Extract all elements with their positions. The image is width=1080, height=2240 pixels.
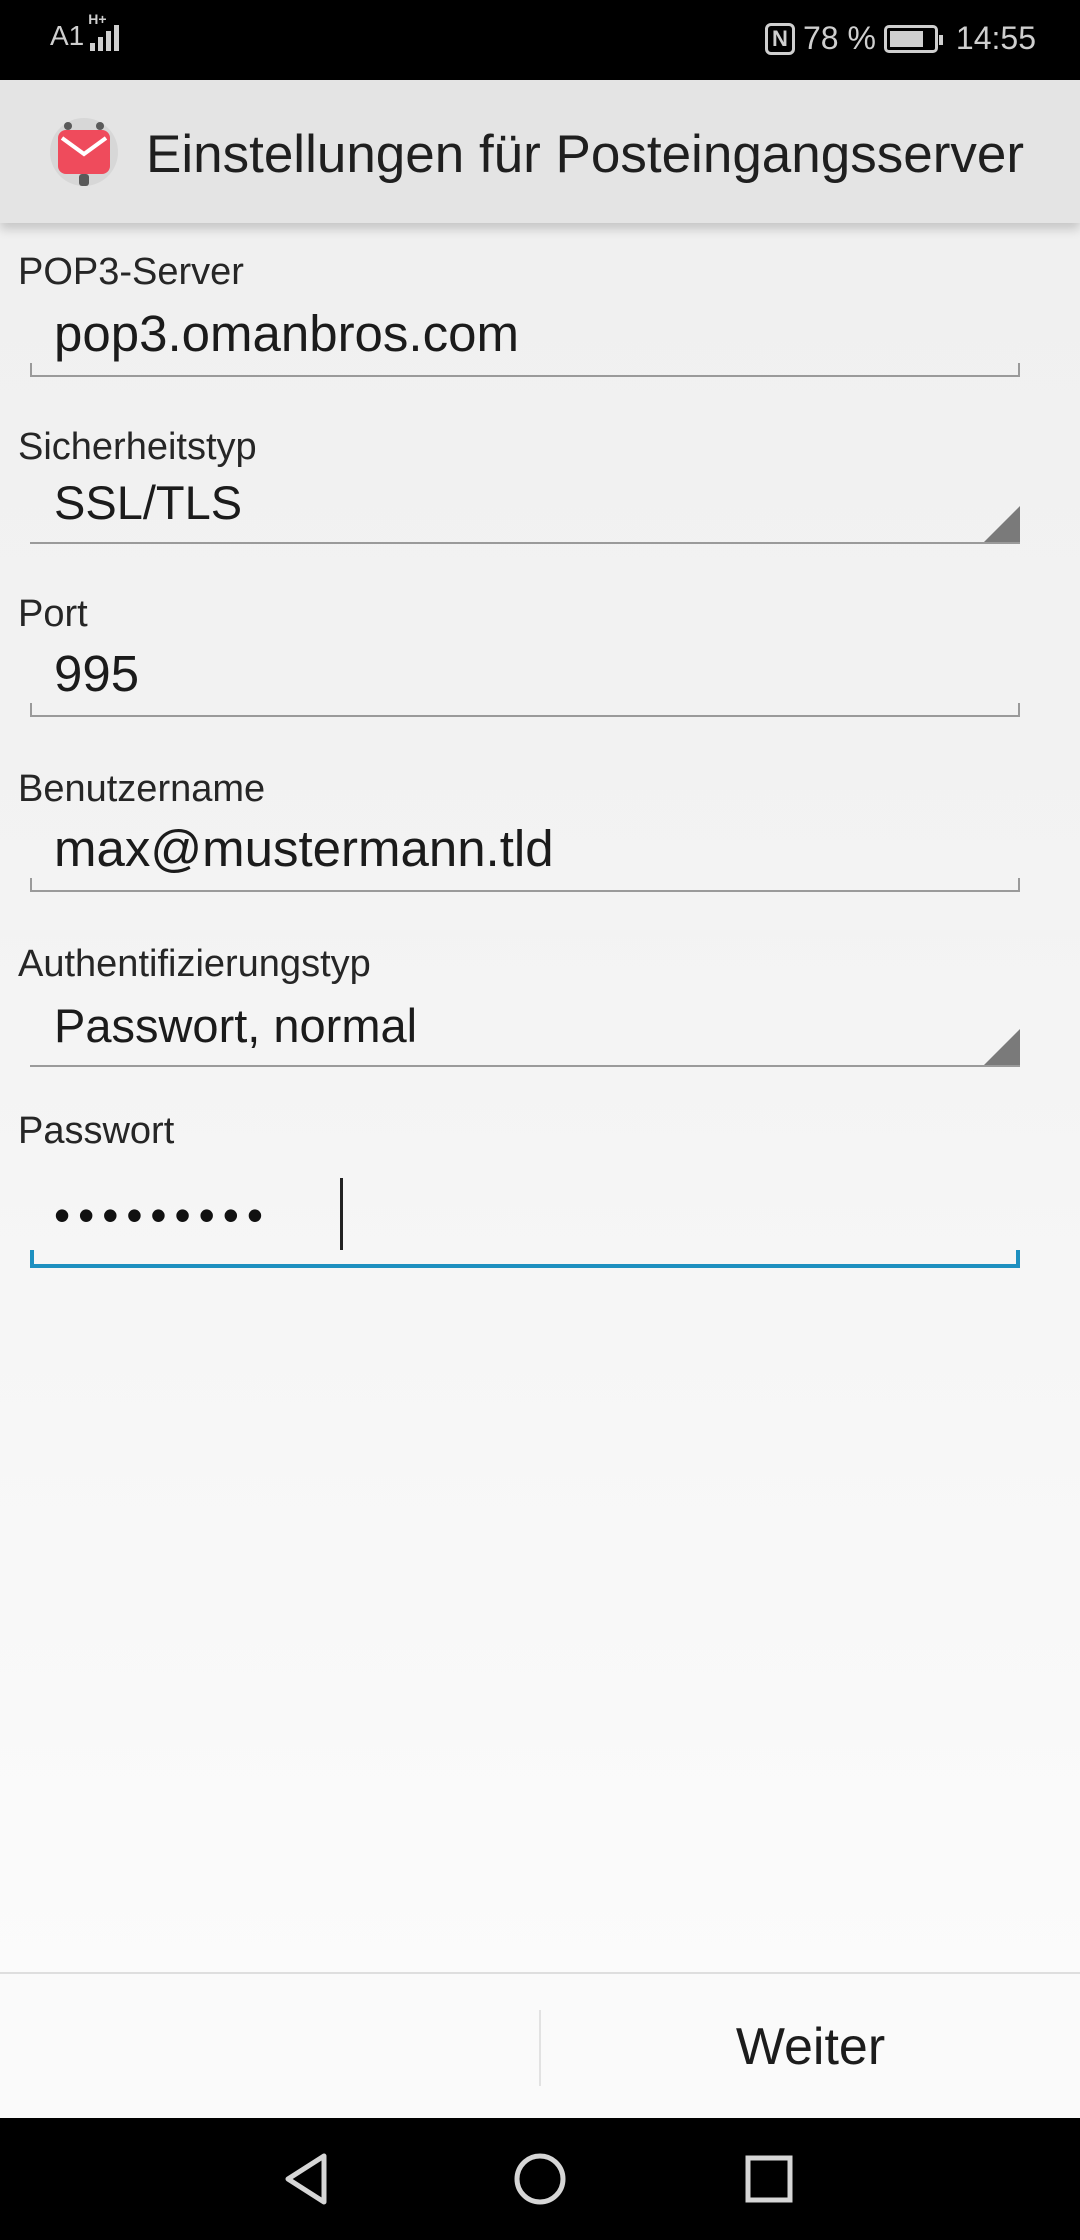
- mail-app-icon: [50, 118, 118, 186]
- username-input[interactable]: max@mustermann.tld: [30, 812, 1020, 892]
- auth-value: Passwort, normal: [54, 999, 418, 1052]
- security-value: SSL/TLS: [54, 476, 243, 529]
- status-right: N 78 % 14:55: [764, 20, 1036, 57]
- battery-icon: [883, 24, 943, 53]
- port-value: 995: [54, 645, 140, 702]
- server-input[interactable]: pop3.omanbros.com: [30, 297, 1020, 377]
- username-value: max@mustermann.tld: [54, 820, 554, 877]
- security-label: Sicherheitstyp: [18, 426, 257, 468]
- page-title: Einstellungen für Posteingangsserver: [146, 125, 1024, 184]
- button-bar: Weiter: [0, 1972, 1080, 2118]
- dropdown-triangle-icon: [984, 506, 1020, 542]
- username-label: Benutzername: [18, 768, 266, 810]
- auth-type-select[interactable]: Passwort, normal: [30, 987, 1020, 1067]
- clock: 14:55: [955, 20, 1036, 56]
- password-label: Passwort: [18, 1110, 175, 1152]
- next-button[interactable]: Weiter: [541, 1974, 1080, 2120]
- port-label: Port: [18, 593, 88, 635]
- text-cursor: [340, 1178, 343, 1250]
- home-icon[interactable]: [505, 2144, 575, 2214]
- network-type-label: H+: [88, 11, 107, 27]
- dropdown-triangle-icon: [984, 1029, 1020, 1065]
- password-masked-value: •••••••••: [54, 1189, 271, 1241]
- navigation-bar: [0, 2118, 1080, 2240]
- auth-label: Authentifizierungstyp: [18, 943, 371, 985]
- server-label: POP3-Server: [18, 251, 244, 293]
- security-type-select[interactable]: SSL/TLS: [30, 464, 1020, 544]
- nfc-icon: N: [764, 22, 795, 55]
- status-left: A1 H+: [50, 11, 120, 52]
- password-input[interactable]: •••••••••: [30, 1156, 1020, 1268]
- status-bar: A1 H+ N 78 % 14:55: [0, 0, 1080, 80]
- server-value: pop3.omanbros.com: [54, 305, 519, 362]
- signal-icon: H+: [88, 11, 120, 51]
- app-bar: Einstellungen für Posteingangsserver: [0, 80, 1080, 223]
- battery-percent: 78 %: [802, 20, 876, 56]
- port-input[interactable]: 995: [30, 637, 1020, 717]
- carrier-label: A1: [50, 20, 85, 51]
- back-icon[interactable]: [274, 2144, 344, 2214]
- recents-icon[interactable]: [734, 2144, 804, 2214]
